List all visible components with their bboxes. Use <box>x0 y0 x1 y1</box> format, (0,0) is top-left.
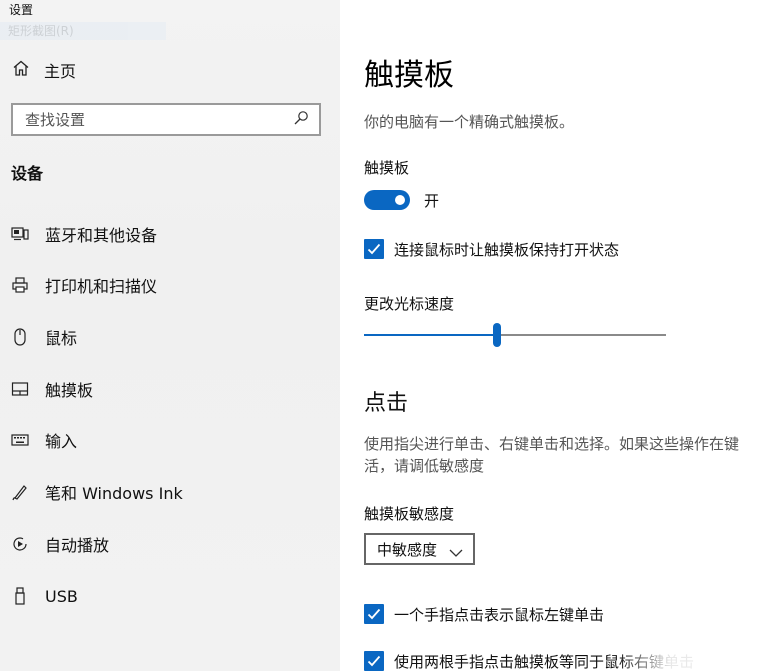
main-content: 触摸板 你的电脑有一个精确式触摸板。 触摸板 开 连接鼠标时让触摸板保持打开状态… <box>340 0 771 671</box>
sidebar-item-label: 鼠标 <box>45 329 78 348</box>
tap-section-heading: 点击 <box>364 391 409 416</box>
cursor-speed-label: 更改光标速度 <box>364 295 455 313</box>
sidebar-item-touchpad[interactable]: 触摸板 <box>10 376 330 402</box>
keep-on-with-mouse-checkbox[interactable]: 连接鼠标时让触摸板保持打开状态 <box>364 238 619 260</box>
checkmark-icon[interactable] <box>364 604 384 624</box>
sensitivity-value: 中敏感度 <box>377 540 438 559</box>
search-icon[interactable] <box>293 110 309 130</box>
sidebar-item-autoplay[interactable]: 自动播放 <box>10 531 330 557</box>
slider-thumb[interactable] <box>492 323 501 347</box>
touchpad-icon <box>10 379 30 399</box>
sidebar-item-label: 输入 <box>45 432 78 451</box>
usb-icon <box>10 586 30 606</box>
sensitivity-dropdown[interactable]: 中敏感度 <box>364 533 475 565</box>
printer-icon <box>10 275 30 295</box>
toggle-state-label: 开 <box>424 192 440 210</box>
snip-tooltip: 矩形截图(R) <box>0 22 166 40</box>
sidebar-item-label: 打印机和扫描仪 <box>45 277 158 296</box>
sidebar-item-typing[interactable]: 输入 <box>10 427 330 453</box>
sidebar-item-pen[interactable]: 笔和 Windows Ink <box>10 479 330 505</box>
sidebar-item-bluetooth[interactable]: 蓝牙和其他设备 <box>10 221 330 247</box>
bluetooth-devices-icon <box>10 224 30 244</box>
toggle-knob <box>395 195 405 205</box>
section-title: 设备 <box>11 164 44 183</box>
home-icon <box>12 59 30 81</box>
pen-icon <box>10 482 30 502</box>
chevron-down-icon <box>449 543 463 562</box>
touchpad-toggle[interactable] <box>364 190 410 210</box>
home-link[interactable]: 主页 <box>12 58 76 82</box>
single-tap-checkbox[interactable]: 一个手指点击表示鼠标左键单击 <box>364 603 604 625</box>
sidebar-item-printers[interactable]: 打印机和扫描仪 <box>10 272 330 298</box>
cursor-speed-slider[interactable] <box>364 322 666 348</box>
page-title: 触摸板 <box>364 58 454 93</box>
sensitivity-label: 触摸板敏感度 <box>364 505 455 523</box>
checkbox-label: 连接鼠标时让触摸板保持打开状态 <box>394 240 620 259</box>
search-input[interactable] <box>25 110 293 129</box>
tap-section-description: 使用指尖进行单击、右键单击和选择。如果这些操作在键 活，请调低敏感度 <box>364 433 739 477</box>
page-description: 你的电脑有一个精确式触摸板。 <box>364 113 575 131</box>
checkmark-icon[interactable] <box>364 651 384 671</box>
sidebar-item-label: 笔和 Windows Ink <box>45 484 183 503</box>
sidebar-item-label: USB <box>45 586 78 606</box>
watermark-overlay <box>616 600 771 671</box>
touchpad-toggle-label: 触摸板 <box>364 159 410 177</box>
tap-description-line: 活，请调低敏感度 <box>364 457 485 475</box>
checkbox-label: 一个手指点击表示鼠标左键单击 <box>394 605 605 624</box>
slider-fill <box>364 334 497 336</box>
keyboard-icon <box>10 430 30 450</box>
window-title: 设置 <box>9 3 34 17</box>
sidebar-item-usb[interactable]: USB <box>10 583 330 609</box>
sidebar-item-mouse[interactable]: 鼠标 <box>10 324 330 350</box>
mouse-icon <box>10 327 30 347</box>
sidebar-item-label: 蓝牙和其他设备 <box>45 226 158 245</box>
autoplay-icon <box>10 534 30 554</box>
checkmark-icon[interactable] <box>364 239 384 259</box>
sidebar-item-label: 触摸板 <box>45 381 94 400</box>
tap-description-line: 使用指尖进行单击、右键单击和选择。如果这些操作在键 <box>364 435 740 453</box>
sidebar-item-label: 自动播放 <box>45 536 110 555</box>
search-box[interactable] <box>11 103 321 136</box>
sidebar: 设置 矩形截图(R) 主页 设备 蓝牙和其他设备 打印机和扫描仪 鼠标 <box>0 0 340 671</box>
home-label: 主页 <box>44 62 77 81</box>
